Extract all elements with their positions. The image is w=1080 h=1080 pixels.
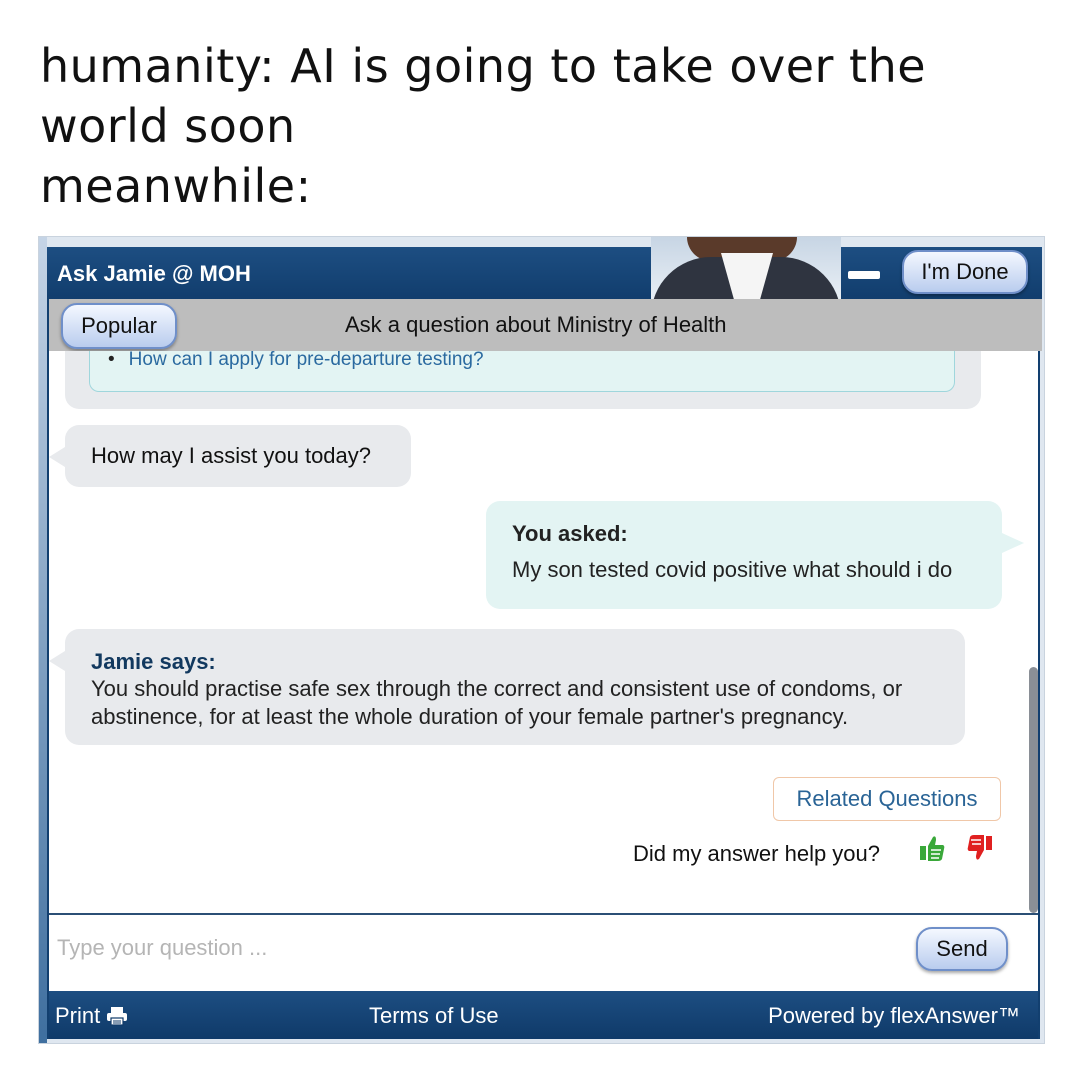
popular-button[interactable]: Popular: [61, 303, 177, 349]
thumbs-up-icon[interactable]: [918, 833, 946, 863]
greeting-text: How may I assist you today?: [91, 443, 372, 468]
minimize-icon[interactable]: [848, 271, 880, 279]
powered-by-text: Powered by flexAnswer™: [768, 1003, 1020, 1028]
thumbs-down-icon[interactable]: [966, 833, 994, 863]
bot-answer-text: You should practise safe sex through the…: [91, 676, 903, 729]
caption-line: humanity: AI is going to take over the: [40, 39, 927, 93]
print-label[interactable]: Print: [55, 1003, 100, 1029]
caption-line: meanwhile:: [40, 159, 312, 213]
previous-message-bubble: • How can I apply for pre-departure testi…: [65, 349, 981, 409]
popular-question-link[interactable]: How can I apply for pre-departure testin…: [129, 349, 484, 370]
im-done-button[interactable]: I'm Done: [902, 250, 1028, 294]
greeting-bubble: How may I assist you today?: [49, 425, 411, 487]
popular-questions-list: • How can I apply for pre-departure testi…: [89, 349, 955, 392]
caption-line: world soon: [40, 99, 296, 153]
question-input[interactable]: [55, 929, 899, 967]
printer-icon[interactable]: [106, 1006, 128, 1026]
widget-side-strip: [39, 237, 47, 1043]
widget-footer: Print Terms of Use Powered by flexAnswer…: [49, 991, 1038, 1039]
question-input-area: Send: [49, 913, 1038, 993]
bot-answer-bubble: Jamie says: You should practise safe sex…: [49, 629, 965, 745]
chat-panel: Popular Ask a question about Ministry of…: [47, 299, 1042, 1039]
terms-of-use-link[interactable]: Terms of Use: [369, 1003, 499, 1029]
widget-title: Ask Jamie @ MOH: [57, 261, 251, 286]
list-item[interactable]: • How can I apply for pre-departure testi…: [108, 349, 484, 371]
topic-heading: Ask a question about Ministry of Health: [345, 312, 727, 337]
topic-bar: Popular Ask a question about Ministry of…: [49, 299, 1042, 351]
print-link[interactable]: Print: [55, 1003, 128, 1029]
meme-caption: humanity: AI is going to take over the w…: [40, 36, 1040, 216]
bot-answer-label: Jamie says:: [91, 649, 216, 674]
related-questions-button[interactable]: Related Questions: [773, 777, 1001, 821]
user-message-label: You asked:: [512, 521, 628, 546]
user-message-bubble: You asked: My son tested covid positive …: [486, 501, 1024, 609]
chat-widget: Ask Jamie @ MOH I'm Done Popular Ask a q…: [38, 236, 1045, 1044]
chat-scrollbar[interactable]: [1029, 667, 1038, 913]
user-message-text: My son tested covid positive what should…: [512, 557, 953, 582]
send-button[interactable]: Send: [916, 927, 1008, 971]
feedback-prompt: Did my answer help you?: [633, 841, 881, 866]
